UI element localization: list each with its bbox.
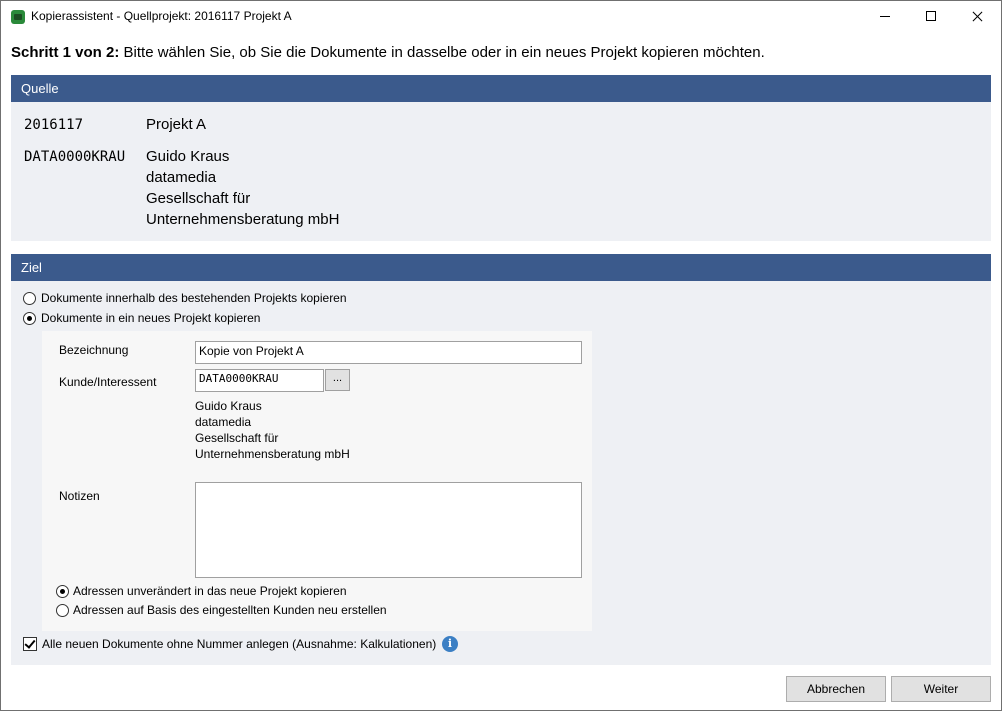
bezeichnung-input[interactable]: Kopie von Projekt A	[195, 341, 582, 364]
kunde-label: Kunde/Interessent	[59, 375, 157, 389]
radio-copy-same-project[interactable]	[23, 292, 36, 305]
close-button[interactable]	[954, 1, 1000, 32]
step-number: Schritt 1 von 2:	[11, 44, 120, 61]
cancel-button[interactable]: Abbrechen	[786, 676, 886, 702]
bezeichnung-label: Bezeichnung	[59, 343, 129, 357]
radio-addresses-unchanged[interactable]	[56, 585, 69, 598]
source-customer-line: Gesellschaft für	[146, 190, 251, 207]
kunde-address-line: datamedia	[195, 415, 252, 429]
next-button[interactable]: Weiter	[891, 676, 991, 702]
window-title: Kopierassistent - Quellprojekt: 2016117 …	[31, 9, 292, 23]
source-customer-code: DATA0000KRAU	[24, 149, 126, 165]
source-project-name: Projekt A	[146, 116, 207, 133]
radio-addresses-recreate[interactable]	[56, 604, 69, 617]
no-number-checkbox[interactable]	[23, 637, 37, 651]
target-panel: Ziel Dokumente innerhalb des bestehenden…	[11, 254, 991, 665]
source-customer-address: Guido Kraus datamedia Gesellschaft für U…	[146, 146, 339, 230]
kunde-address-line: Gesellschaft für	[195, 431, 279, 445]
notizen-textarea[interactable]	[195, 482, 582, 578]
radio-copy-new-project[interactable]	[23, 312, 36, 325]
minimize-button[interactable]	[862, 1, 908, 32]
radio-addresses-recreate-label[interactable]: Adressen auf Basis des eingestellten Kun…	[73, 603, 387, 617]
source-panel-header: Quelle	[11, 75, 991, 102]
notizen-label: Notizen	[59, 489, 100, 503]
kunde-address: Guido Kraus datamedia Gesellschaft für U…	[195, 398, 350, 462]
kunde-browse-button[interactable]: ...	[325, 369, 350, 391]
title-bar[interactable]: Kopierassistent - Quellprojekt: 2016117 …	[1, 1, 1001, 32]
app-icon	[11, 10, 25, 24]
new-project-options: Bezeichnung Kopie von Projekt A Kunde/In…	[42, 331, 592, 631]
source-project-number: 2016117	[24, 117, 84, 133]
step-text: Bitte wählen Sie, ob Sie die Dokumente i…	[119, 44, 765, 61]
source-customer-line: Unternehmensberatung mbH	[146, 211, 340, 228]
info-icon[interactable]: i	[442, 636, 458, 652]
no-number-checkbox-label[interactable]: Alle neuen Dokumente ohne Nummer anlegen…	[42, 637, 436, 651]
source-customer-line: datamedia	[146, 169, 217, 186]
maximize-button[interactable]	[908, 1, 954, 32]
kunde-input[interactable]: DATA0000KRAU	[195, 369, 324, 392]
kunde-address-line: Guido Kraus	[195, 399, 262, 413]
kunde-address-line: Unternehmensberatung mbH	[195, 447, 350, 461]
radio-copy-new-project-label[interactable]: Dokumente in ein neues Projekt kopieren	[41, 311, 260, 325]
target-panel-header: Ziel	[11, 254, 991, 281]
source-panel: Quelle 2016117 Projekt A DATA0000KRAU Gu…	[11, 75, 991, 241]
radio-copy-same-project-label[interactable]: Dokumente innerhalb des bestehenden Proj…	[41, 291, 347, 305]
dialog-window: Kopierassistent - Quellprojekt: 2016117 …	[0, 0, 1002, 711]
step-instruction: Schritt 1 von 2: Bitte wählen Sie, ob Si…	[11, 44, 765, 61]
radio-addresses-unchanged-label[interactable]: Adressen unverändert in das neue Projekt…	[73, 584, 347, 598]
source-customer-line: Guido Kraus	[146, 148, 230, 165]
